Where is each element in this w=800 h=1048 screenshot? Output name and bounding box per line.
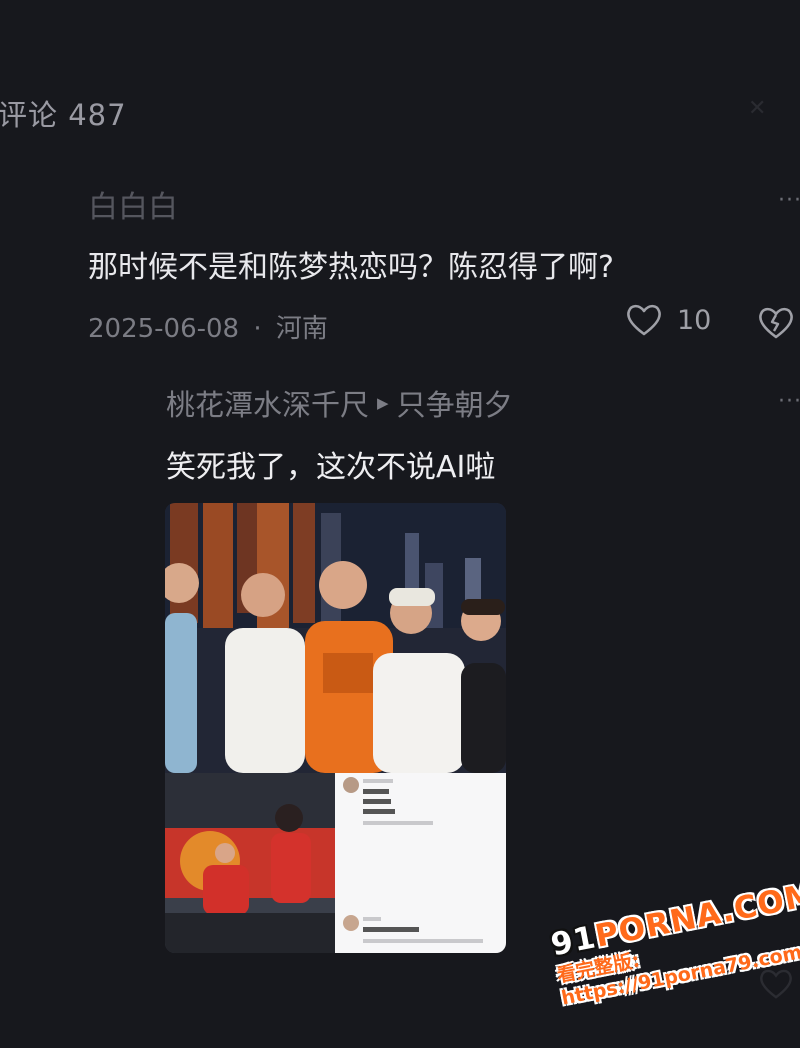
reply-arrow-icon: ▶ [377, 394, 389, 412]
dislike-button[interactable] [757, 306, 795, 344]
comments-count-title: 评论 487 [0, 98, 127, 132]
image-collage [165, 503, 506, 953]
close-icon[interactable]: ✕ [748, 96, 766, 121]
heart-icon [627, 304, 661, 336]
comment-location: 河南 [275, 314, 328, 344]
comment-date: 2025-06-08 [88, 314, 240, 344]
reply-header: 桃花潭水深千尺 ▶ 只争朝夕 [166, 382, 513, 424]
like-count: 10 [677, 304, 712, 336]
reply-text[interactable]: 笑死我了，这次不说AI啦 [166, 442, 495, 486]
broken-heart-icon [759, 307, 793, 339]
meta-separator: · [253, 314, 262, 344]
comment-text[interactable]: 那时候不是和陈梦热恋吗？陈忍得了啊? [88, 242, 614, 286]
more-icon[interactable]: ··· [778, 190, 800, 212]
like-button[interactable]: 10 [625, 303, 711, 337]
heart-icon [758, 968, 794, 1004]
more-icon[interactable]: ··· [778, 391, 800, 413]
reply-image[interactable] [165, 503, 506, 953]
comment-username[interactable]: 白白白 [88, 182, 178, 226]
comment-meta: 2025-06-08 · 河南 [88, 308, 328, 345]
reply-username[interactable]: 桃花潭水深千尺 [166, 382, 369, 424]
reply-to-username[interactable]: 只争朝夕 [397, 382, 513, 424]
